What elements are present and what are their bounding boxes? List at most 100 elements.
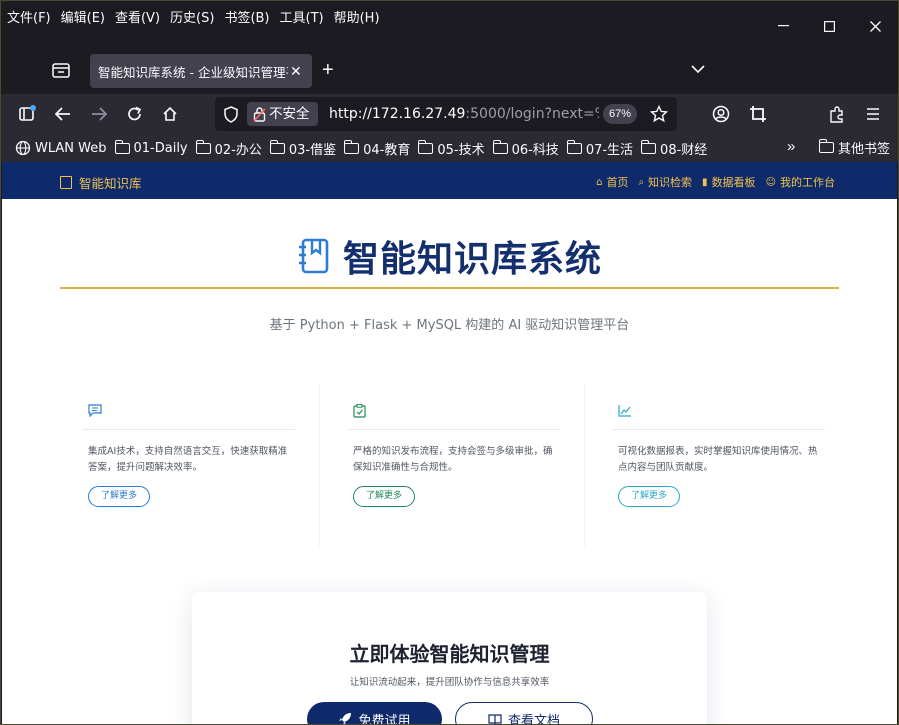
nav-workspace-link[interactable]: ☺ 我的工作台 — [766, 174, 835, 190]
folder-icon — [195, 139, 211, 154]
bookmark-label: 06-科技 — [511, 142, 559, 158]
bookmark-folder[interactable]: 06-科技 — [492, 139, 559, 158]
app-menu-button[interactable] — [861, 102, 885, 126]
firefox-view-button[interactable] — [49, 61, 77, 83]
tab-title: 智能知识库系统 - 企业级知识管理平 — [98, 64, 288, 80]
puzzle-icon — [830, 106, 843, 123]
bookmark-folder[interactable]: 03-借鉴 — [269, 139, 336, 158]
bookmark-folder[interactable]: 04-教育 — [344, 139, 410, 158]
cta-subtitle: 让知识流动起来，提升团队协作与信息共享效率 — [349, 677, 550, 688]
shield-icon[interactable] — [223, 106, 239, 123]
view-docs-label: 查看文档 — [507, 713, 560, 725]
tab-strip: 智能知识库系统 - 企业级知识管理平 ✕ + — [1, 49, 898, 93]
minimize-button[interactable] — [760, 11, 806, 41]
sidebar-button[interactable] — [15, 102, 39, 126]
tab-close-icon[interactable]: ✕ — [290, 63, 302, 80]
list-all-tabs-button[interactable] — [691, 61, 705, 77]
sidebar-icon — [19, 105, 36, 121]
bookmark-folder[interactable]: 01-Daily — [114, 139, 188, 156]
bookmark-label: 07-生活 — [585, 142, 634, 158]
bookmark-label: 08-财经 — [660, 142, 708, 158]
bookmark-folder[interactable]: 02-办公 — [195, 139, 262, 158]
bookmark-star-icon[interactable] — [650, 105, 668, 123]
cta-title: 立即体验智能知识管理 — [349, 642, 550, 666]
feature-card-ai-qa: 集成AI技术，支持自然语言交互，快速获取精准答案，提升问题解决效率。 了解更多 — [62, 384, 320, 546]
bookmark-folder[interactable]: 08-财经 — [641, 139, 707, 158]
crop-icon — [750, 106, 766, 122]
menu-file[interactable]: 文件(F) — [7, 7, 51, 26]
folder-icon — [418, 139, 434, 154]
close-window-button[interactable] — [852, 11, 898, 41]
firefox-view-icon — [52, 63, 70, 78]
menu-history[interactable]: 历史(S) — [170, 7, 214, 26]
url-bar[interactable]: 不安全 http://172.16.27.49:5000/login?next=… — [215, 97, 677, 131]
menu-bookmarks[interactable]: 书签(B) — [224, 7, 269, 26]
nav-dashboard-link[interactable]: ▮ 数据看板 — [702, 174, 756, 190]
web-page: 智能知识库 ⌂ 首页 ⌕ 知识检索 ▮ 数据看板 ☺ 我的工作台 智能知识库系统 基于 … — [2, 162, 897, 725]
bookmark-label: 02-办公 — [214, 142, 262, 158]
home-button[interactable] — [158, 102, 182, 126]
free-trial-label: 免费试用 — [358, 713, 411, 725]
menu-edit[interactable]: 编辑(E) — [61, 7, 105, 26]
crop-screenshot-button[interactable] — [746, 102, 770, 126]
bookmark-label: 05-技术 — [437, 142, 485, 158]
card-divider — [612, 429, 825, 430]
cta-panel: 立即体验智能知识管理 让知识流动起来，提升团队协作与信息共享效率 免费试用 查看… — [192, 592, 707, 725]
reload-button[interactable] — [123, 102, 147, 126]
tab-active[interactable]: 智能知识库系统 - 企业级知识管理平 ✕ — [90, 54, 312, 88]
forward-button[interactable] — [87, 102, 111, 126]
zoom-indicator[interactable]: 67% — [603, 104, 638, 124]
site-navbar: 智能知识库 ⌂ 首页 ⌕ 知识检索 ▮ 数据看板 ☺ 我的工作台 — [2, 162, 897, 199]
nav-label: 数据看板 — [711, 176, 756, 189]
extensions-button[interactable] — [825, 102, 849, 126]
window-controls — [760, 11, 898, 41]
card-separator — [319, 384, 320, 546]
bar-chart-icon: ▮ — [702, 176, 708, 188]
url-text[interactable]: http://172.16.27.49:5000/login?next=%2 — [329, 106, 599, 122]
journal-icon — [298, 238, 329, 274]
chat-icon — [88, 404, 102, 417]
bookmark-folder[interactable]: 07-生活 — [566, 139, 634, 158]
folder-icon — [344, 139, 360, 154]
globe-icon — [15, 140, 31, 156]
bookmark-wlan-web[interactable]: WLAN Web — [15, 140, 107, 156]
view-docs-button[interactable]: 查看文档 — [455, 702, 593, 725]
menu-bar: 文件(F) 编辑(E) 查看(V) 历史(S) 书签(B) 工具(T) 帮助(H… — [1, 1, 898, 32]
site-nav-links: ⌂ 首页 ⌕ 知识检索 ▮ 数据看板 ☺ 我的工作台 — [586, 174, 835, 190]
more-bookmarks-chevron-icon[interactable]: » — [787, 138, 795, 155]
maximize-button[interactable] — [806, 11, 852, 41]
insecure-connection-badge[interactable]: 不安全 — [247, 102, 318, 126]
free-trial-button[interactable]: 免费试用 — [307, 702, 442, 725]
navigation-toolbar: 不安全 http://172.16.27.49:5000/login?next=… — [1, 94, 898, 134]
menu-tools[interactable]: 工具(T) — [280, 7, 324, 26]
home-icon: ⌂ — [596, 176, 603, 188]
clipboard-check-icon — [353, 404, 366, 418]
url-host: http://172.16.27.49 — [329, 106, 466, 122]
search-icon: ⌕ — [638, 176, 645, 188]
bookmark-label: 01-Daily — [133, 140, 188, 156]
bookmark-label: WLAN Web — [35, 140, 107, 156]
feature-description: 集成AI技术，支持自然语言交互，快速获取精准答案，提升问题解决效率。 — [88, 446, 288, 473]
back-button[interactable] — [51, 102, 75, 126]
nav-home-link[interactable]: ⌂ 首页 — [596, 174, 628, 190]
menu-view[interactable]: 查看(V) — [115, 7, 160, 26]
other-bookmarks-folder[interactable]: 其他书签 — [819, 138, 890, 157]
page-subtitle: 基于 Python + Flask + MySQL 构建的 AI 驱动知识管理平… — [269, 318, 630, 333]
hamburger-menu-icon — [867, 108, 879, 120]
menu-help[interactable]: 帮助(H) — [334, 7, 380, 26]
new-tab-button[interactable]: + — [322, 59, 334, 82]
bookmark-label: 04-教育 — [363, 142, 411, 158]
url-path: :5000/login?next=%2 — [465, 106, 599, 122]
folder-icon — [492, 139, 508, 154]
learn-more-button[interactable]: 了解更多 — [618, 486, 681, 507]
learn-more-button[interactable]: 了解更多 — [88, 486, 151, 507]
learn-more-button[interactable]: 了解更多 — [353, 486, 416, 507]
nav-search-link[interactable]: ⌕ 知识检索 — [638, 174, 692, 190]
browser-window: 文件(F) 编辑(E) 查看(V) 历史(S) 书签(B) 工具(T) 帮助(H… — [0, 0, 899, 725]
open-book-icon — [488, 714, 502, 724]
site-brand-link[interactable]: 智能知识库 — [60, 173, 142, 192]
bookmark-folder[interactable]: 05-技术 — [418, 139, 485, 158]
account-button[interactable] — [709, 102, 733, 126]
feature-card-approval: 严格的知识发布流程，支持会签与多级审批，确保知识准确性与合规性。 了解更多 — [327, 384, 585, 546]
insecure-label: 不安全 — [269, 106, 310, 122]
